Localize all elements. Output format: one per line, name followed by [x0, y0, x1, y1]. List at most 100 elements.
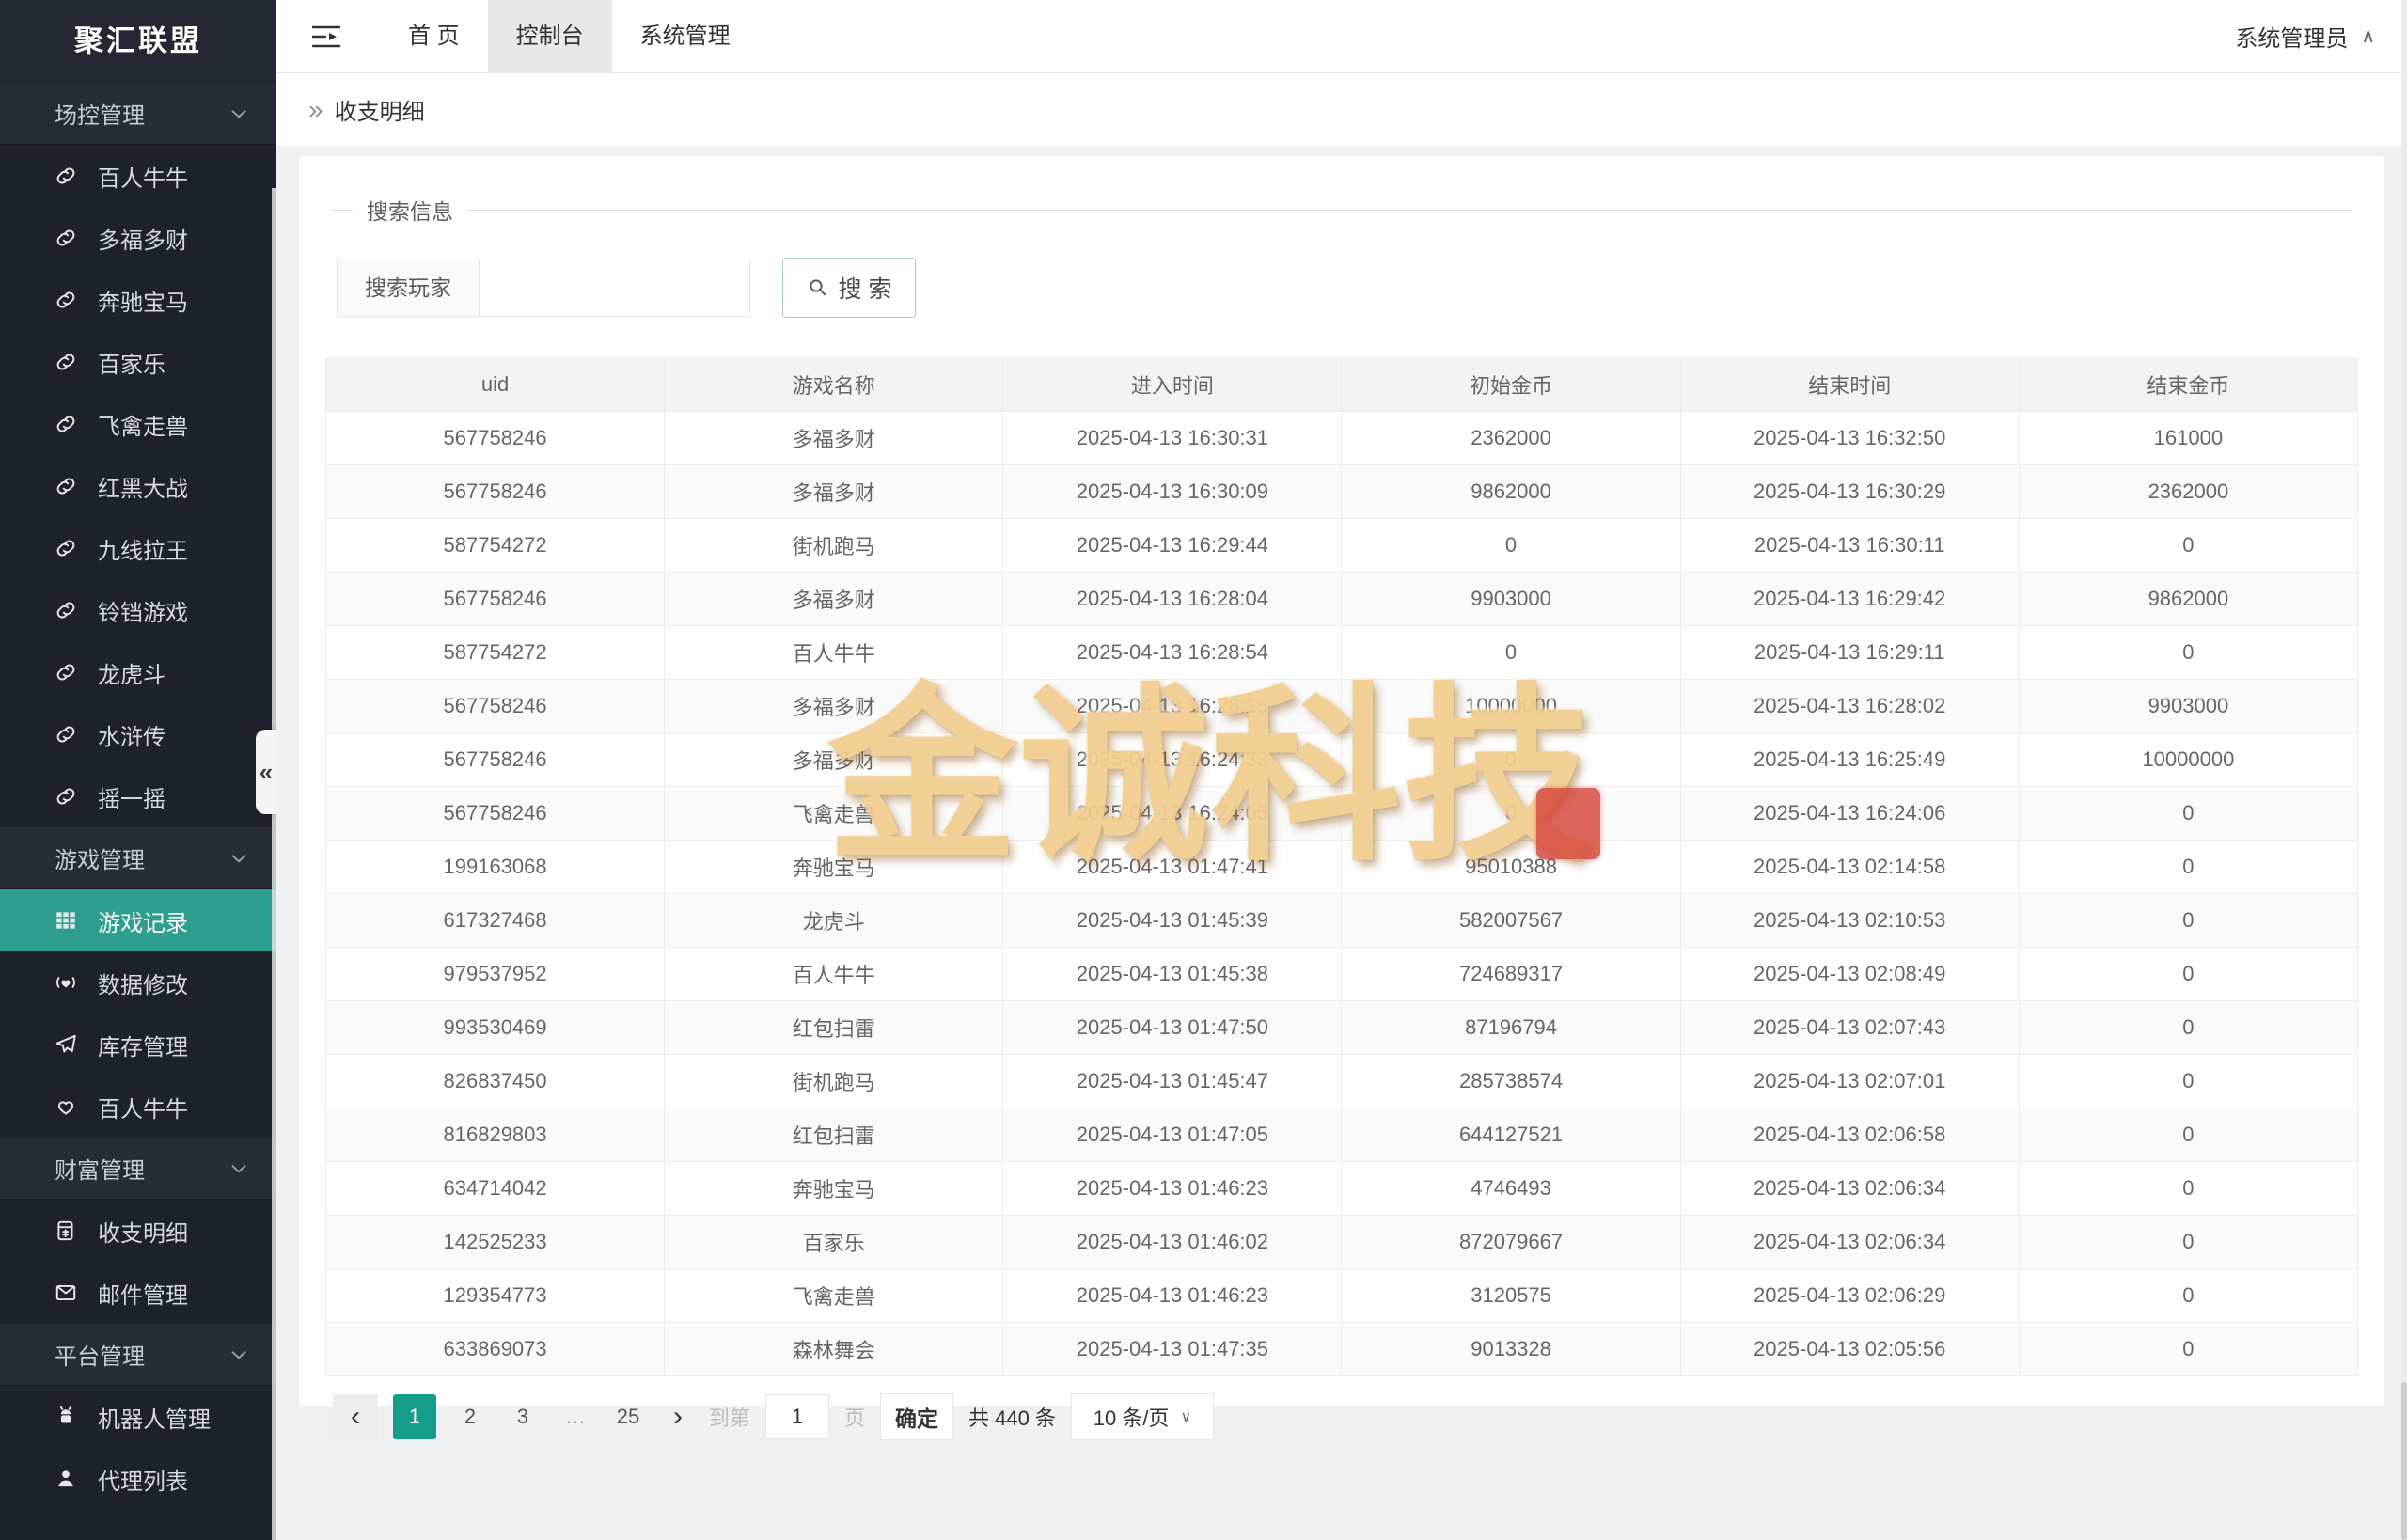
sidebar-group[interactable]: 场控管理 — [0, 83, 276, 145]
table-cell: 2025-04-13 02:06:58 — [1680, 1108, 2019, 1162]
double-angle-left-icon: « — [260, 758, 273, 787]
top-tab[interactable]: 系统管理 — [612, 0, 759, 73]
table-row: 979537952百人牛牛2025-04-13 01:45:3872468931… — [326, 948, 2358, 1001]
sidebar-item-label: 百人牛牛 — [98, 1091, 188, 1124]
table-cell: 0 — [2019, 1323, 2357, 1376]
table-cell: 红包扫雷 — [665, 1108, 1003, 1162]
sidebar-item[interactable]: 邮件管理 — [0, 1262, 276, 1324]
table-cell: 飞禽走兽 — [665, 787, 1003, 841]
sidebar-item[interactable]: 水浒传 — [0, 703, 276, 765]
table-cell: 872079667 — [1342, 1216, 1680, 1269]
table-cell: 2025-04-13 16:28:02 — [1680, 680, 2019, 733]
content-panel: 搜索信息 搜索玩家 搜 索 uid游戏名称进入时间初始金币结束时间结束金币 56… — [299, 156, 2384, 1406]
ledger-icon — [53, 1218, 79, 1244]
sidebar-item[interactable]: 奔驰宝马 — [0, 269, 276, 331]
sidebar-item[interactable]: 九线拉王 — [0, 517, 276, 579]
table-cell: 奔驰宝马 — [665, 841, 1003, 894]
column-header: 进入时间 — [1003, 358, 1342, 412]
table-cell: 9862000 — [2019, 573, 2357, 626]
sidebar-item[interactable]: 代理列表 — [0, 1448, 276, 1510]
table-cell: 2025-04-13 16:29:42 — [1680, 573, 2019, 626]
sidebar-item[interactable]: 百人牛牛 — [0, 1076, 276, 1138]
table-cell: 4746493 — [1342, 1162, 1680, 1216]
sidebar-collapse-handle[interactable]: « — [256, 730, 276, 814]
sidebar-item[interactable]: 收支明细 — [0, 1200, 276, 1262]
chevron-up-icon: ∧ — [2361, 24, 2375, 48]
sidebar-item[interactable]: 飞禽走兽 — [0, 393, 276, 455]
table-row: 567758246多福多财2025-04-13 16:26:1510000000… — [326, 680, 2358, 733]
sidebar-group[interactable]: 平台管理 — [0, 1324, 276, 1386]
link-icon — [53, 783, 79, 809]
table-row: 826837450街机跑马2025-04-13 01:45:4728573857… — [326, 1055, 2358, 1108]
page-button[interactable]: 3 — [504, 1394, 542, 1439]
page-size-value: 10 条/页 — [1093, 1402, 1170, 1432]
sidebar-item-label: 邮件管理 — [98, 1277, 188, 1310]
page-button[interactable]: 1 — [393, 1394, 436, 1439]
page-scrollbar[interactable] — [2401, 0, 2407, 1540]
search-button[interactable]: 搜 索 — [782, 258, 916, 318]
top-tab[interactable]: 控制台 — [488, 0, 612, 73]
column-header: 游戏名称 — [665, 358, 1003, 412]
menu-fold-icon[interactable] — [310, 23, 342, 51]
table-row: 199163068奔驰宝马2025-04-13 01:47:4195010388… — [326, 841, 2358, 894]
table-row: 567758246飞禽走兽2025-04-13 16:24:0502025-04… — [326, 787, 2358, 841]
sidebar-item[interactable]: 百人牛牛 — [0, 145, 276, 207]
page-size-select[interactable]: 10 条/页∨ — [1071, 1393, 1214, 1440]
table-cell: 2025-04-13 16:30:11 — [1680, 519, 2019, 573]
admin-menu[interactable]: 系统管理员 ∧ — [2235, 20, 2375, 53]
sidebar-item[interactable]: 铃铛游戏 — [0, 579, 276, 641]
sidebar-item[interactable]: 龙虎斗 — [0, 641, 276, 703]
table-cell: 0 — [2019, 1269, 2357, 1323]
table-cell: 2025-04-13 16:24:06 — [1680, 787, 2019, 841]
table-cell: 9862000 — [1342, 465, 1680, 519]
table-row: 567758246多福多财2025-04-13 16:30:3123620002… — [326, 412, 2358, 465]
page-scrollbar-thumb[interactable] — [2401, 1382, 2407, 1540]
prev-page-button[interactable]: ‹ — [333, 1394, 378, 1439]
sidebar-group[interactable]: 财富管理 — [0, 1138, 276, 1200]
table-cell: 2025-04-13 01:45:47 — [1003, 1055, 1342, 1108]
top-tab[interactable]: 首 页 — [380, 0, 488, 73]
sidebar-item-label: 机器人管理 — [98, 1401, 211, 1434]
sidebar-item[interactable]: 机器人管理 — [0, 1386, 276, 1448]
table-cell: 2025-04-13 01:47:50 — [1003, 1001, 1342, 1055]
user-icon — [53, 1466, 79, 1492]
sidebar-item[interactable]: 数据修改 — [0, 951, 276, 1014]
sidebar-item[interactable]: 库存管理 — [0, 1014, 276, 1076]
table-cell: 567758246 — [326, 465, 665, 519]
send-icon — [53, 1031, 79, 1058]
page-button[interactable]: 2 — [451, 1394, 489, 1439]
sidebar-group-label: 财富管理 — [55, 1152, 145, 1185]
next-page-button[interactable]: › — [662, 1394, 694, 1439]
table-cell: 2025-04-13 01:47:41 — [1003, 841, 1342, 894]
column-header: 结束金币 — [2019, 358, 2357, 412]
sidebar-item[interactable]: 多福多财 — [0, 207, 276, 269]
table-cell: 826837450 — [326, 1055, 665, 1108]
sidebar-item[interactable]: 游戏记录 — [0, 889, 276, 951]
link-icon — [53, 349, 79, 375]
table-cell: 567758246 — [326, 412, 665, 465]
page-button[interactable]: 25 — [609, 1394, 647, 1439]
search-icon — [807, 276, 829, 299]
table-cell: 多福多财 — [665, 680, 1003, 733]
sidebar: 聚汇联盟 场控管理百人牛牛多福多财奔驰宝马百家乐飞禽走兽红黑大战九线拉王铃铛游戏… — [0, 0, 276, 1540]
table-row: 567758246多福多财2025-04-13 16:30:0998620002… — [326, 465, 2358, 519]
total-count-label: 共 440 条 — [968, 1402, 1056, 1432]
goto-label: 到第 — [709, 1402, 750, 1432]
sidebar-item-label: 奔驰宝马 — [98, 284, 188, 317]
table-cell: 2025-04-13 16:30:09 — [1003, 465, 1342, 519]
table-cell: 617327468 — [326, 894, 665, 948]
goto-page-input[interactable] — [765, 1394, 829, 1439]
table-cell: 10000000 — [1342, 680, 1680, 733]
sidebar-item[interactable]: 百家乐 — [0, 331, 276, 393]
table-cell: 9903000 — [1342, 573, 1680, 626]
sidebar-group[interactable]: 游戏管理 — [0, 827, 276, 889]
sidebar-item[interactable]: 红黑大战 — [0, 455, 276, 517]
link-icon — [53, 473, 79, 499]
table-cell: 森林舞会 — [665, 1323, 1003, 1376]
table-cell: 0 — [2019, 1108, 2357, 1162]
search-input[interactable] — [480, 259, 750, 317]
sidebar-item[interactable]: 摇一摇 — [0, 765, 276, 827]
table-cell: 2025-04-13 01:45:39 — [1003, 894, 1342, 948]
table-cell: 2025-04-13 16:30:31 — [1003, 412, 1342, 465]
confirm-button[interactable]: 确定 — [880, 1393, 953, 1440]
